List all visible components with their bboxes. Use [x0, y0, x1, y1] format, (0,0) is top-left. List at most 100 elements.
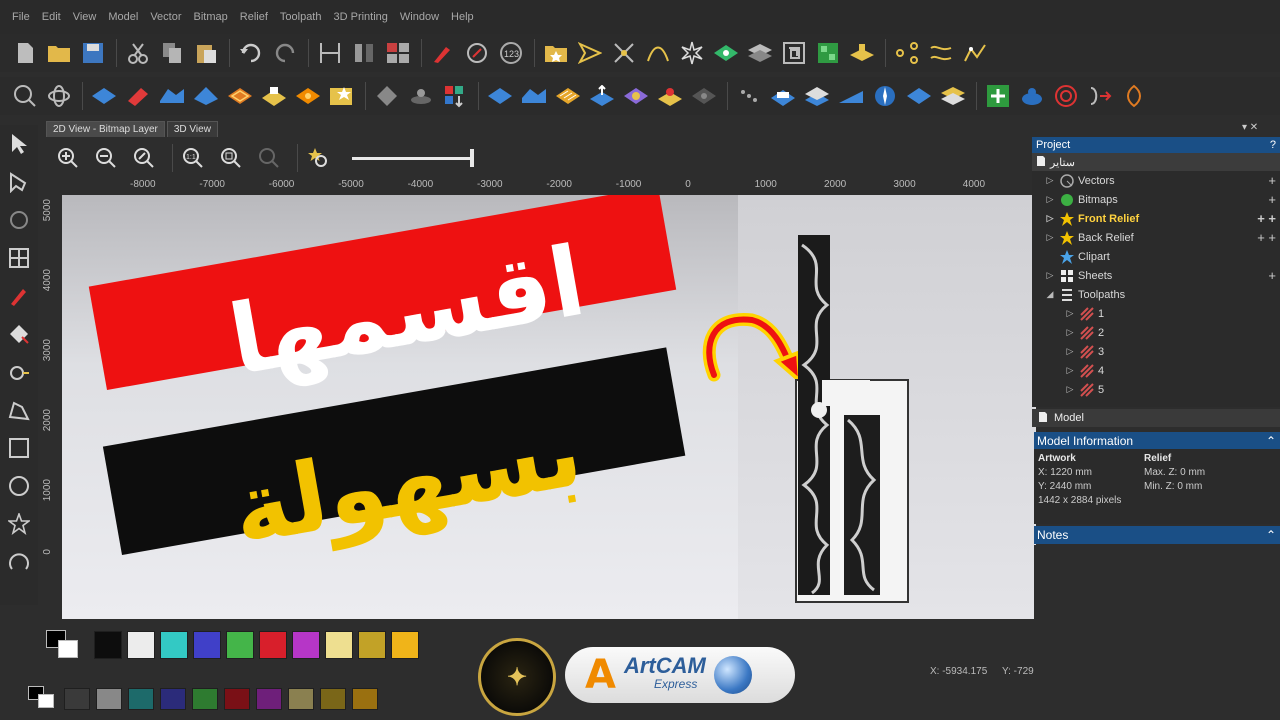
- merge-relief-icon[interactable]: [487, 83, 513, 109]
- dots-icon[interactable]: [736, 83, 762, 109]
- two-rail-icon[interactable]: [261, 83, 287, 109]
- notes-header[interactable]: Notes ⌃: [1034, 526, 1280, 544]
- mirror-icon[interactable]: [351, 40, 377, 66]
- project-help-button[interactable]: ?: [1270, 139, 1276, 151]
- expand-arrow-icon[interactable]: ▷: [1064, 365, 1076, 376]
- zoom-star-icon[interactable]: [306, 146, 330, 170]
- color-swatch[interactable]: [256, 688, 282, 710]
- star-tool-icon[interactable]: [0, 505, 38, 543]
- wood-grain-icon[interactable]: [555, 83, 581, 109]
- collapse-chevron-icon[interactable]: ⌃: [1266, 434, 1276, 448]
- texture-relief-icon[interactable]: [295, 83, 321, 109]
- zoom-previous-icon[interactable]: [132, 146, 156, 170]
- circle-tool-icon[interactable]: [0, 467, 38, 505]
- select-arrow-icon[interactable]: [0, 125, 38, 163]
- smooth-relief-icon[interactable]: [521, 83, 547, 109]
- toolpath-item-1[interactable]: ▷ 1: [1032, 304, 1280, 323]
- collapse-chevron-icon[interactable]: ⌃: [1266, 528, 1276, 542]
- zoom-out-icon[interactable]: [94, 146, 118, 170]
- color-swatch[interactable]: [193, 631, 221, 659]
- menu-help[interactable]: Help: [451, 11, 474, 23]
- relief-tilt-icon[interactable]: [838, 83, 864, 109]
- layers-icon[interactable]: [747, 40, 773, 66]
- rectangle-tool-icon[interactable]: [0, 429, 38, 467]
- tool-database-icon[interactable]: [1019, 83, 1045, 109]
- collapse-arrow-icon[interactable]: ◢: [1044, 289, 1056, 300]
- paint-fill-icon[interactable]: [0, 315, 38, 353]
- menu-relief[interactable]: Relief: [240, 11, 268, 23]
- vector-texture-icon[interactable]: [849, 40, 875, 66]
- tree-item-vectors[interactable]: ▷ Vectors +: [1032, 171, 1280, 190]
- curve-icon[interactable]: [645, 40, 671, 66]
- toolpath-simulation-icon[interactable]: [1053, 83, 1079, 109]
- orbit-icon[interactable]: [46, 83, 72, 109]
- color-swatch[interactable]: [358, 631, 386, 659]
- text-tool-icon[interactable]: [0, 353, 38, 391]
- add-icon[interactable]: + +: [1257, 211, 1276, 226]
- menu-toolpath[interactable]: Toolpath: [280, 11, 322, 23]
- folder-star-icon[interactable]: [543, 40, 569, 66]
- cut-icon[interactable]: [125, 40, 151, 66]
- relief-stack-icon[interactable]: [940, 83, 966, 109]
- color-swatch[interactable]: [224, 688, 250, 710]
- color-swatch[interactable]: [192, 688, 218, 710]
- pen-icon[interactable]: [430, 40, 456, 66]
- drawing-canvas[interactable]: اقسمها بسهولة: [62, 195, 1036, 619]
- model-size-icon[interactable]: [317, 40, 343, 66]
- project-root[interactable]: ستاير: [1032, 153, 1280, 171]
- zoom-1to1-icon[interactable]: 1:1: [181, 146, 205, 170]
- color-swatch[interactable]: [325, 631, 353, 659]
- color-swatch[interactable]: [96, 688, 122, 710]
- slider-knob[interactable]: [470, 148, 474, 167]
- relief-up-icon[interactable]: [589, 83, 615, 109]
- expand-arrow-icon[interactable]: ▷: [1064, 327, 1076, 338]
- node-edit-icon[interactable]: [611, 40, 637, 66]
- zoom-in-icon[interactable]: [56, 146, 80, 170]
- relief-fade-icon[interactable]: [691, 83, 717, 109]
- menu-file[interactable]: File: [12, 11, 30, 23]
- tree-item-clipart[interactable]: Clipart: [1032, 247, 1280, 266]
- polyline-icon[interactable]: [962, 40, 988, 66]
- expand-arrow-icon[interactable]: ▷: [1064, 384, 1076, 395]
- relief-offset-icon[interactable]: [657, 83, 683, 109]
- model-information-header[interactable]: Model Information ⌃: [1034, 432, 1280, 449]
- tree-item-back-relief[interactable]: ▷ Back Relief + +: [1032, 228, 1280, 247]
- toolpath-item-3[interactable]: ▷ 3: [1032, 342, 1280, 361]
- grid-icon[interactable]: [385, 40, 411, 66]
- paste-icon[interactable]: [193, 40, 219, 66]
- tree-item-front-relief[interactable]: ▷ Front Relief + +: [1032, 209, 1280, 228]
- tile-icon[interactable]: [815, 40, 841, 66]
- node-select-icon[interactable]: [0, 163, 38, 201]
- menu-vector[interactable]: Vector: [150, 11, 181, 23]
- save-icon[interactable]: [80, 40, 106, 66]
- eraser-relief-icon[interactable]: [374, 83, 400, 109]
- send-icon[interactable]: [577, 40, 603, 66]
- relief-color-icon[interactable]: [623, 83, 649, 109]
- toolpath-item-2[interactable]: ▷ 2: [1032, 323, 1280, 342]
- tabs-menu-icon[interactable]: ▾ ✕: [1242, 122, 1258, 133]
- toolpath-engrave-icon[interactable]: [1121, 83, 1147, 109]
- pencil-icon[interactable]: [0, 277, 38, 315]
- inflate-icon[interactable]: [408, 83, 434, 109]
- add-icon[interactable]: +: [1268, 268, 1276, 283]
- open-folder-icon[interactable]: [46, 40, 72, 66]
- fg-bg-color-icon[interactable]: [46, 630, 82, 660]
- undo-icon[interactable]: [238, 40, 264, 66]
- expand-arrow-icon[interactable]: ▷: [1064, 308, 1076, 319]
- star-burst-icon[interactable]: [679, 40, 705, 66]
- copy-icon[interactable]: [159, 40, 185, 66]
- color-swatch[interactable]: [292, 631, 320, 659]
- clipart-star-icon[interactable]: [329, 83, 355, 109]
- color-select-icon[interactable]: [442, 83, 468, 109]
- expand-arrow-icon[interactable]: ▷: [1044, 213, 1056, 224]
- color-swatch[interactable]: [160, 688, 186, 710]
- color-swatch[interactable]: [391, 631, 419, 659]
- toolpath-item-4[interactable]: ▷ 4: [1032, 361, 1280, 380]
- measure-icon[interactable]: 123: [498, 40, 524, 66]
- transform-icon[interactable]: [0, 201, 38, 239]
- weave-relief-icon[interactable]: [227, 83, 253, 109]
- expand-arrow-icon[interactable]: ▷: [1064, 346, 1076, 357]
- brightness-slider[interactable]: [352, 148, 474, 167]
- menu-window[interactable]: Window: [400, 11, 439, 23]
- color-swatch[interactable]: [127, 631, 155, 659]
